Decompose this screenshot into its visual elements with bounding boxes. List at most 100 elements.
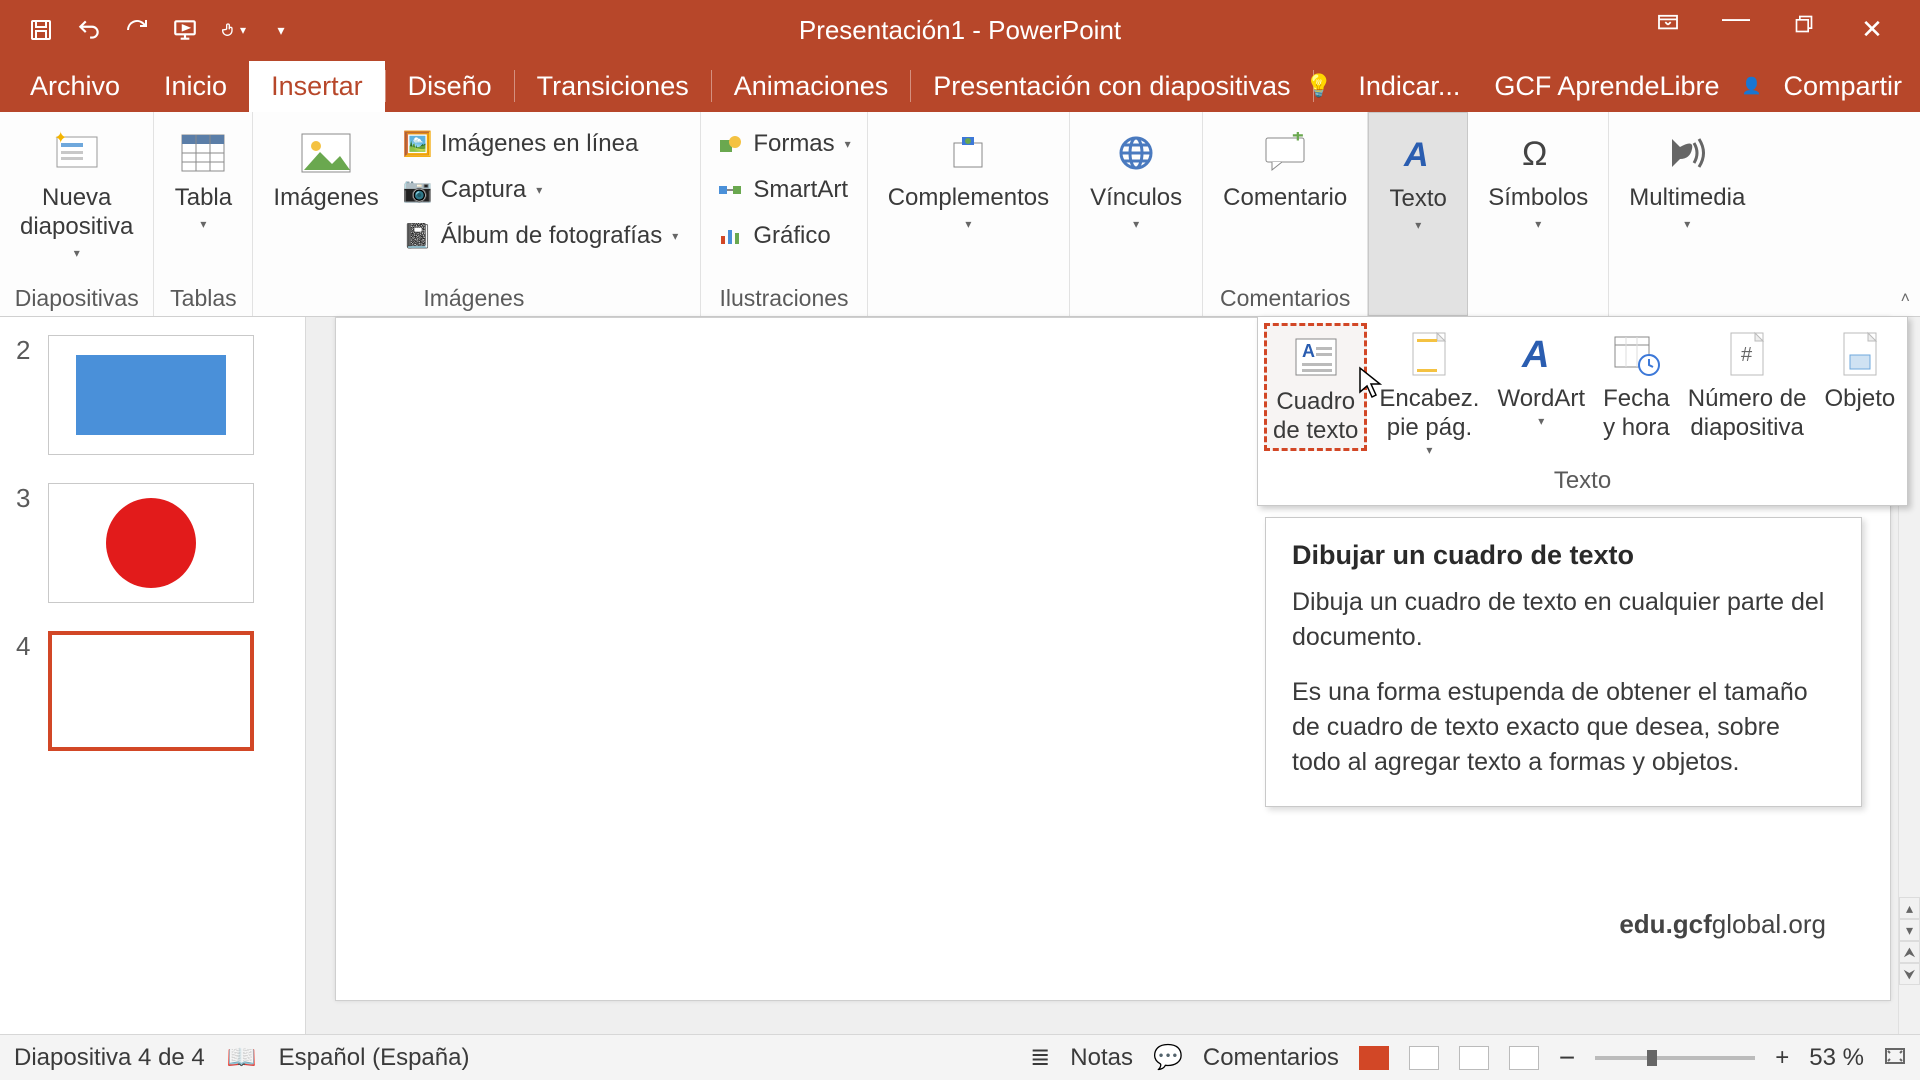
status-slide: Diapositiva 4 de 4: [14, 1044, 205, 1072]
comments-button[interactable]: Comentarios: [1203, 1044, 1339, 1072]
scroll-down-icon[interactable]: ▾: [1899, 919, 1920, 941]
symbols-icon: Ω: [1509, 126, 1567, 180]
undo-icon[interactable]: [76, 17, 102, 43]
svg-text:Ω: Ω: [1522, 135, 1547, 173]
zoom-slider[interactable]: [1595, 1056, 1755, 1060]
tabla-button[interactable]: Tabla ▾: [168, 122, 238, 235]
tooltip-p1: Dibuja un cuadro de texto en cualquier p…: [1292, 585, 1835, 655]
group-label-imagenes: Imágenes: [423, 285, 524, 312]
spellcheck-icon[interactable]: 📖: [227, 1043, 257, 1072]
pictures-icon: [297, 126, 355, 180]
next-slide-icon[interactable]: ⮟: [1899, 963, 1920, 985]
thumb-slide-3[interactable]: [48, 483, 254, 603]
window-controls: — ✕: [1654, 0, 1916, 45]
multimedia-button[interactable]: Multimedia ▾: [1623, 122, 1751, 235]
tab-animaciones[interactable]: Animaciones: [712, 61, 911, 112]
touch-mode-icon[interactable]: ▾: [220, 17, 246, 43]
imagenes-button[interactable]: Imágenes: [267, 122, 384, 217]
watermark: edu.gcfglobal.org: [1619, 909, 1826, 940]
gallery-group-label: Texto: [1264, 467, 1901, 495]
save-icon[interactable]: [28, 17, 54, 43]
tab-insertar[interactable]: Insertar: [249, 61, 385, 112]
qat-customize-icon[interactable]: ▾: [268, 17, 294, 43]
comentario-button[interactable]: + Comentario: [1217, 122, 1353, 217]
tab-archivo[interactable]: Archivo: [8, 61, 142, 112]
restore-icon[interactable]: [1790, 14, 1818, 45]
textbox-icon: A: [1286, 330, 1346, 384]
tab-presentacion[interactable]: Presentación con diapositivas: [911, 61, 1312, 112]
thumb-slide-4[interactable]: [48, 631, 254, 751]
smartart-button[interactable]: SmartArt: [715, 172, 852, 208]
tell-me-icon: 💡: [1305, 73, 1332, 99]
tab-compartir[interactable]: Compartir: [1771, 61, 1914, 112]
imagenes-en-linea-button[interactable]: 🖼️ Imágenes en línea: [403, 126, 681, 162]
album-button[interactable]: 📓 Álbum de fotografías ▾: [403, 218, 681, 254]
smartart-label: SmartArt: [753, 176, 848, 204]
group-vinculos: Vínculos ▾: [1070, 112, 1203, 316]
cuadro-texto-button[interactable]: A Cuadro de texto: [1264, 323, 1367, 451]
fecha-hora-label: Fecha y hora: [1603, 385, 1670, 443]
group-label-comentarios: Comentarios: [1220, 285, 1350, 312]
media-icon: [1658, 126, 1716, 180]
grafico-button[interactable]: Gráfico: [715, 218, 852, 254]
nueva-diapositiva-button[interactable]: ✦ Nueva diapositiva ▾: [14, 122, 139, 264]
thumb-slide-2[interactable]: [48, 335, 254, 455]
header-footer-icon: [1399, 327, 1459, 381]
svg-text:A: A: [1521, 334, 1549, 376]
screenshot-icon: 📷: [405, 179, 431, 201]
group-comentarios: + Comentario Comentarios: [1203, 112, 1368, 316]
tab-diseno[interactable]: Diseño: [386, 61, 514, 112]
title-bar: ▾ ▾ Presentación1 - PowerPoint — ✕: [0, 0, 1920, 60]
wordart-icon: A: [1511, 327, 1571, 381]
view-reading-icon[interactable]: [1459, 1046, 1489, 1070]
texto-label: Texto: [1390, 185, 1447, 214]
notes-button[interactable]: Notas: [1070, 1044, 1133, 1072]
tab-tellme[interactable]: Indicar...: [1346, 61, 1472, 112]
vinculos-button[interactable]: Vínculos ▾: [1084, 122, 1188, 235]
scroll-up-icon[interactable]: ▴: [1899, 897, 1920, 919]
zoom-in-button[interactable]: +: [1775, 1044, 1789, 1072]
minimize-icon[interactable]: —: [1722, 14, 1750, 45]
encabez-button[interactable]: Encabez. pie pág. ▾: [1373, 323, 1485, 459]
slideshow-start-icon[interactable]: [172, 17, 198, 43]
captura-button[interactable]: 📷 Captura ▾: [403, 172, 681, 208]
ribbon-collapse-icon[interactable]: ˄: [1901, 290, 1910, 308]
tab-transiciones[interactable]: Transiciones: [515, 61, 711, 112]
ribbon-tabs: Archivo Inicio Insertar Diseño Transicio…: [0, 60, 1920, 112]
ribbon-display-icon[interactable]: [1654, 14, 1682, 45]
simbolos-button[interactable]: Ω Símbolos ▾: [1482, 122, 1594, 235]
redo-icon[interactable]: [124, 17, 150, 43]
group-ilustraciones: Formas ▾ SmartArt Gráfico Ilustraciones: [701, 112, 867, 316]
ribbon: ✦ Nueva diapositiva ▾ Diapositivas Tabla…: [0, 112, 1920, 317]
wordart-button[interactable]: A WordArt ▾: [1491, 323, 1591, 430]
wordart-label: WordArt: [1497, 385, 1585, 414]
view-slideshow-icon[interactable]: [1509, 1046, 1539, 1070]
complementos-button[interactable]: Complementos ▾: [882, 122, 1055, 235]
formas-button[interactable]: Formas ▾: [715, 126, 852, 162]
zoom-value[interactable]: 53 %: [1809, 1044, 1864, 1072]
comments-status-icon: 💬: [1153, 1043, 1183, 1072]
view-normal-icon[interactable]: [1359, 1046, 1389, 1070]
group-label-tablas: Tablas: [170, 285, 236, 312]
texto-button[interactable]: A Texto ▾: [1383, 123, 1453, 236]
prev-slide-icon[interactable]: ⮝: [1899, 941, 1920, 963]
status-bar: Diapositiva 4 de 4 📖 Español (España) ≣ …: [0, 1034, 1920, 1080]
tab-gcf[interactable]: GCF AprendeLibre: [1482, 61, 1731, 112]
group-imagenes: Imágenes 🖼️ Imágenes en línea 📷 Captura …: [253, 112, 701, 316]
objeto-button[interactable]: Objeto: [1819, 323, 1902, 416]
svg-text:A: A: [1403, 136, 1429, 174]
group-complementos: Complementos ▾: [868, 112, 1070, 316]
group-label-ilustraciones: Ilustraciones: [719, 285, 848, 312]
tab-inicio[interactable]: Inicio: [142, 61, 249, 112]
zoom-out-button[interactable]: −: [1559, 1042, 1575, 1074]
group-multimedia: Multimedia ▾: [1609, 112, 1765, 316]
complementos-label: Complementos: [888, 184, 1049, 213]
cuadro-texto-label: Cuadro de texto: [1273, 388, 1358, 446]
table-icon: [174, 126, 232, 180]
fecha-hora-button[interactable]: Fecha y hora: [1597, 323, 1676, 445]
view-sorter-icon[interactable]: [1409, 1046, 1439, 1070]
numero-diapositiva-button[interactable]: # Número de diapositiva: [1682, 323, 1813, 445]
status-language[interactable]: Español (España): [279, 1044, 470, 1072]
close-icon[interactable]: ✕: [1858, 14, 1886, 45]
fit-to-window-icon[interactable]: [1884, 1044, 1906, 1072]
